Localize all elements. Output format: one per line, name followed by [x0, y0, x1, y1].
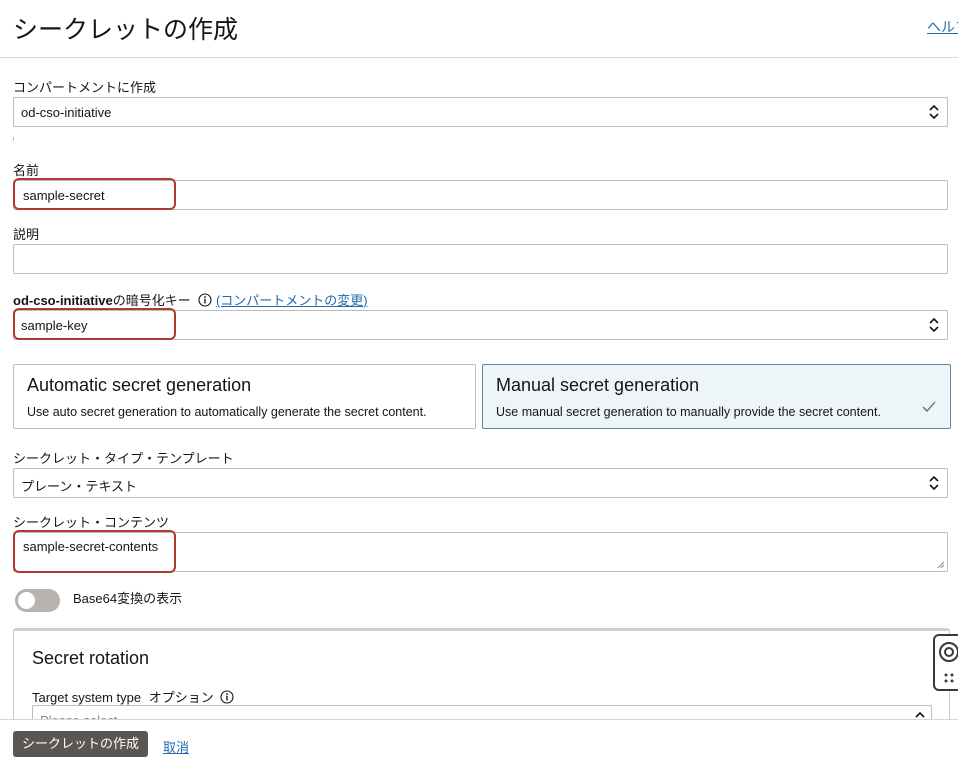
encryption-key-label-text: の暗号化キー: [112, 293, 191, 308]
checkmark-icon: [922, 401, 936, 412]
resize-handle-icon[interactable]: [937, 561, 945, 569]
floating-help-widget[interactable]: [933, 634, 958, 691]
contents-highlight-annotation: [13, 530, 176, 573]
automatic-generation-description: Use auto secret generation to automatica…: [27, 405, 427, 419]
target-system-type-label: Target system type オプション: [32, 687, 234, 706]
base64-toggle[interactable]: [15, 589, 60, 612]
cancel-link[interactable]: 取消: [163, 737, 189, 756]
select-updown-icon: [929, 104, 939, 120]
secret-rotation-title: Secret rotation: [32, 648, 150, 668]
secret-type-template-select[interactable]: プレーン・テキスト: [13, 468, 948, 498]
key-highlight-annotation: [13, 308, 176, 340]
drag-handle-icon[interactable]: [943, 672, 955, 684]
secret-contents-label: シークレット・コンテンツ: [13, 515, 170, 530]
compartment-select[interactable]: od-cso-initiative: [13, 97, 948, 127]
change-compartment-link[interactable]: (コンパートメントの変更): [216, 293, 368, 308]
automatic-generation-title: Automatic secret generation: [27, 375, 252, 395]
info-icon[interactable]: [198, 293, 212, 307]
secret-type-template-value: プレーン・テキスト: [21, 479, 137, 494]
automatic-generation-card[interactable]: Automatic secret generation Use auto sec…: [13, 364, 476, 429]
secret-type-template-label: シークレット・タイプ・テンプレート: [13, 451, 234, 466]
info-icon[interactable]: [220, 690, 234, 704]
encryption-key-label: od-cso-initiativeの暗号化キー (コンパートメントの変更): [13, 290, 368, 309]
lifebuoy-icon: [939, 642, 958, 662]
compartment-label: コンパートメントに作成: [13, 80, 157, 95]
optional-text: オプション: [148, 690, 214, 705]
manual-generation-title: Manual secret generation: [496, 375, 700, 395]
target-system-type-text: Target system type: [32, 690, 142, 705]
select-updown-icon: [929, 317, 939, 333]
description-field[interactable]: [13, 244, 948, 274]
panel-footer: シークレットの作成 取消: [0, 719, 958, 759]
create-secret-panel: シークレットの作成 ヘルプ コンパートメントに作成 od-cso-initiat…: [0, 0, 958, 759]
compartment-value: od-cso-initiative: [21, 105, 112, 120]
base64-toggle-label: Base64変換の表示: [73, 591, 183, 606]
name-highlight-annotation: [13, 178, 176, 210]
select-updown-icon: [929, 475, 939, 491]
panel-header: シークレットの作成 ヘルプ: [0, 0, 958, 58]
description-label: 説明: [13, 227, 40, 242]
manual-generation-card[interactable]: Manual secret generation Use manual secr…: [482, 364, 951, 429]
manual-generation-description: Use manual secret generation to manually…: [496, 405, 881, 419]
encryption-key-compartment: od-cso-initiative: [13, 293, 113, 308]
name-label: 名前: [13, 163, 40, 178]
help-link[interactable]: ヘルプ: [927, 17, 958, 37]
toggle-knob: [18, 592, 35, 609]
divider-tick: [13, 137, 14, 141]
page-title: シークレットの作成: [13, 16, 239, 44]
create-secret-button[interactable]: シークレットの作成: [13, 731, 149, 757]
